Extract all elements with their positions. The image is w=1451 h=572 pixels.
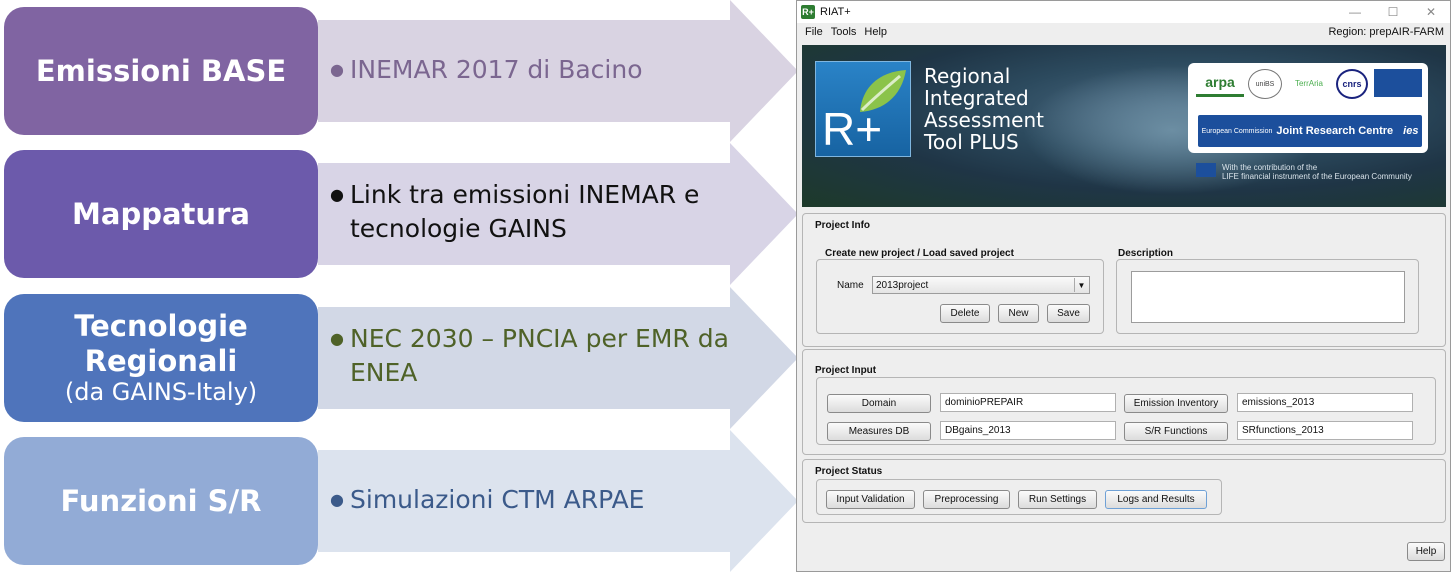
domain-field[interactable]: dominioPREPAIR	[940, 393, 1116, 412]
chevron-down-icon[interactable]: ▼	[1074, 278, 1088, 292]
sr-functions-button[interactable]: S/R Functions	[1124, 422, 1228, 441]
menu-bar: File Tools Help Region: prepAIR-FARM	[797, 23, 1450, 41]
box-mappatura: Mappatura	[4, 150, 318, 278]
region-label: Region: prepAIR-FARM	[1328, 26, 1444, 38]
sr-functions-field[interactable]: SRfunctions_2013	[1237, 421, 1413, 440]
maximize-icon[interactable]: ☐	[1374, 1, 1412, 23]
project-input-label: Project Input	[815, 365, 877, 376]
project-info-label: Project Info	[815, 220, 871, 231]
life-notice: With the contribution of the LIFE financ…	[1196, 163, 1412, 181]
project-name-select[interactable]: 2013project ▼	[872, 276, 1090, 294]
description-label: Description	[1118, 248, 1174, 259]
save-button[interactable]: Save	[1047, 304, 1090, 323]
measures-db-field[interactable]: DBgains_2013	[940, 421, 1116, 440]
bullet-text: INEMAR 2017 di Bacino	[350, 55, 643, 84]
jrc-logo: European Commission Joint Research Centr…	[1198, 115, 1422, 147]
window-title: RIAT+	[820, 6, 851, 18]
delete-button[interactable]: Delete	[940, 304, 990, 323]
preprocessing-button[interactable]: Preprocessing	[923, 490, 1010, 509]
new-button[interactable]: New	[998, 304, 1039, 323]
description-textarea[interactable]	[1131, 271, 1405, 323]
terraria-logo: TerrAria	[1294, 78, 1323, 88]
box-title: Tecnologie Regionali	[74, 308, 248, 378]
box-subtitle: (da GAINS-Italy)	[64, 378, 258, 407]
bullet-dot-icon: ●	[330, 490, 344, 509]
riat-window: R+ RIAT+ — ☐ ✕ File Tools Help Region: p…	[796, 0, 1451, 572]
box-funzioni-sr: Funzioni S/R	[4, 437, 318, 565]
riat-logo: R+	[815, 61, 911, 157]
emission-inventory-field[interactable]: emissions_2013	[1237, 393, 1413, 412]
menu-file[interactable]: File	[805, 26, 823, 38]
university-logo	[1374, 69, 1422, 97]
box-emissioni-base: Emissioni BASE	[4, 7, 318, 135]
logo-text: R+	[822, 103, 883, 155]
arpa-logo: arpa	[1196, 69, 1244, 97]
bullet-row-2: ● Link tra emissioni INEMAR e tecnologie…	[330, 178, 740, 246]
bullet-text: Simulazioni CTM ARPAE	[350, 485, 645, 514]
box-title: Mappatura	[72, 196, 250, 231]
box-title: Emissioni BASE	[35, 53, 287, 88]
emission-inventory-button[interactable]: Emission Inventory	[1124, 394, 1228, 413]
close-icon[interactable]: ✕	[1412, 1, 1450, 23]
menu-help[interactable]: Help	[864, 26, 887, 38]
brand-text: Regional Integrated Assessment Tool PLUS	[924, 64, 1044, 154]
box-title: Funzioni S/R	[60, 483, 262, 518]
run-settings-button[interactable]: Run Settings	[1018, 490, 1097, 509]
help-button[interactable]: Help	[1407, 542, 1445, 561]
bullet-row-3: ● NEC 2030 – PNCIA per EMR da ENEA	[330, 322, 750, 390]
bullet-dot-icon: ●	[330, 60, 344, 79]
input-validation-button[interactable]: Input Validation	[826, 490, 915, 509]
bullet-text: NEC 2030 – PNCIA per EMR da ENEA	[350, 324, 729, 387]
measures-db-button[interactable]: Measures DB	[827, 422, 931, 441]
create-project-label: Create new project / Load saved project	[825, 248, 1014, 259]
slide: Emissioni BASE ● INEMAR 2017 di Bacino M…	[0, 0, 1451, 572]
bullet-dot-icon: ●	[330, 185, 344, 204]
eu-flag-icon	[1196, 163, 1216, 177]
menu-tools[interactable]: Tools	[831, 26, 857, 38]
name-label: Name	[837, 280, 864, 291]
bullet-row-4: ● Simulazioni CTM ARPAE	[330, 483, 750, 517]
banner: R+ Regional Integrated Assessment Tool P…	[802, 45, 1446, 207]
unibs-logo: uniBS	[1248, 69, 1282, 99]
project-status-label: Project Status	[815, 466, 883, 477]
minimize-icon[interactable]: —	[1336, 1, 1374, 23]
logs-and-results-button[interactable]: Logs and Results	[1105, 490, 1207, 509]
domain-button[interactable]: Domain	[827, 394, 931, 413]
partner-logos: arpa uniBS TerrAria cnrs European Commis…	[1188, 63, 1428, 153]
cnrs-logo: cnrs	[1336, 69, 1368, 99]
title-bar[interactable]: R+ RIAT+ — ☐ ✕	[797, 1, 1450, 23]
bullet-text: Link tra emissioni INEMAR e tecnologie G…	[350, 180, 700, 243]
box-tecnologie-regionali: Tecnologie Regionali (da GAINS-Italy)	[4, 294, 318, 422]
app-icon: R+	[801, 5, 815, 19]
bullet-row-1: ● INEMAR 2017 di Bacino	[330, 53, 750, 87]
bullet-dot-icon: ●	[330, 329, 344, 348]
